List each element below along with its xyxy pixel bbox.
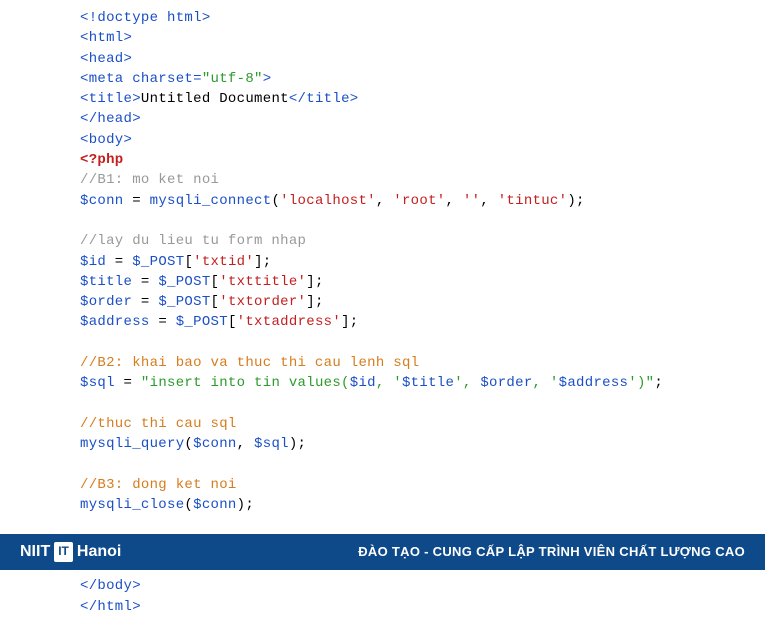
code-comment: //lay du lieu tu form nhap — [80, 233, 306, 249]
code-token: mysqli_close — [80, 497, 184, 513]
code-token: </html> — [80, 599, 141, 615]
code-token: ( — [184, 497, 193, 513]
code-token: $address — [559, 375, 629, 391]
code-token: "utf-8" — [202, 71, 263, 87]
code-token: 'localhost' — [280, 193, 376, 209]
code-token: ]; — [341, 314, 358, 330]
code-token: = — [132, 274, 158, 290]
code-token: [ — [184, 254, 193, 270]
code-token: ( — [184, 436, 193, 452]
code-token: 'tintuc' — [498, 193, 568, 209]
code-token: <html> — [80, 30, 132, 46]
code-token: , ' — [533, 375, 559, 391]
code-token: <meta charset= — [80, 71, 202, 87]
code-token: </body> — [80, 578, 141, 594]
code-token: $conn — [80, 193, 124, 209]
code-token: [ — [228, 314, 237, 330]
code-token: </title> — [289, 91, 359, 107]
code-token: $sql — [80, 375, 115, 391]
logo-text-hanoi: Hanoi — [77, 540, 121, 563]
code-token: ); — [237, 497, 254, 513]
code-token: $id — [80, 254, 106, 270]
code-token: [ — [211, 294, 220, 310]
code-token: ; — [654, 375, 663, 391]
code-token: $_POST — [158, 274, 210, 290]
code-comment: //B1: mo ket noi — [80, 172, 219, 188]
code-token: ); — [289, 436, 306, 452]
code-comment: //thuc thi cau sql — [80, 416, 237, 432]
code-token: $conn — [193, 497, 237, 513]
code-token: , — [376, 193, 393, 209]
code-token: = — [124, 193, 150, 209]
code-token: <body> — [80, 132, 132, 148]
code-token: mysqli_connect — [150, 193, 272, 209]
code-token: '' — [463, 193, 480, 209]
code-token: 'root' — [393, 193, 445, 209]
code-token: = — [150, 314, 176, 330]
code-token: ); — [567, 193, 584, 209]
code-comment: //B3: dong ket noi — [80, 477, 237, 493]
code-token: ')" — [628, 375, 654, 391]
code-token: $address — [80, 314, 150, 330]
code-token: "insert into tin values( — [141, 375, 350, 391]
code-token: > — [263, 71, 272, 87]
code-comment: //B2: khai bao va thuc thi cau lenh sql — [80, 355, 419, 371]
code-block: <!doctype html> <html> <head> <meta char… — [0, 0, 765, 617]
footer-bar: NIIT IT Hanoi ĐÀO TẠO - CUNG CẤP LẬP TRÌ… — [0, 534, 765, 570]
code-token: <head> — [80, 51, 132, 67]
code-token: $order — [480, 375, 532, 391]
code-token: ( — [271, 193, 280, 209]
code-token: = — [132, 294, 158, 310]
code-token: $conn — [193, 436, 237, 452]
logo-box-it: IT — [54, 542, 73, 561]
code-token: 'txtid' — [193, 254, 254, 270]
code-token: $order — [80, 294, 132, 310]
code-token: $sql — [254, 436, 289, 452]
code-token: <title> — [80, 91, 141, 107]
logo-text-niit: NIIT — [20, 540, 50, 563]
footer-tagline: ĐÀO TẠO - CUNG CẤP LẬP TRÌNH VIÊN CHẤT L… — [358, 543, 745, 562]
code-token: $title — [402, 375, 454, 391]
code-token: $id — [350, 375, 376, 391]
code-token: [ — [211, 274, 220, 290]
code-token: </head> — [80, 111, 141, 127]
code-token: , — [480, 193, 497, 209]
code-token: 'txttitle' — [219, 274, 306, 290]
code-token: <!doctype html> — [80, 10, 211, 26]
code-token: ]; — [306, 274, 323, 290]
code-token: mysqli_query — [80, 436, 184, 452]
code-token: ]; — [254, 254, 271, 270]
code-token: , ' — [376, 375, 402, 391]
code-token: $title — [80, 274, 132, 290]
code-token: ]; — [306, 294, 323, 310]
code-token: 'txtorder' — [219, 294, 306, 310]
logo: NIIT IT Hanoi — [20, 540, 121, 563]
code-token: = — [106, 254, 132, 270]
code-token: $_POST — [132, 254, 184, 270]
code-token: $_POST — [158, 294, 210, 310]
code-token: = — [115, 375, 141, 391]
code-token: Untitled Document — [141, 91, 289, 107]
code-token: ', — [454, 375, 480, 391]
code-token: 'txtaddress' — [237, 314, 341, 330]
code-token: $_POST — [176, 314, 228, 330]
code-token: , — [446, 193, 463, 209]
code-token: , — [237, 436, 254, 452]
code-token: <?php — [80, 152, 124, 168]
